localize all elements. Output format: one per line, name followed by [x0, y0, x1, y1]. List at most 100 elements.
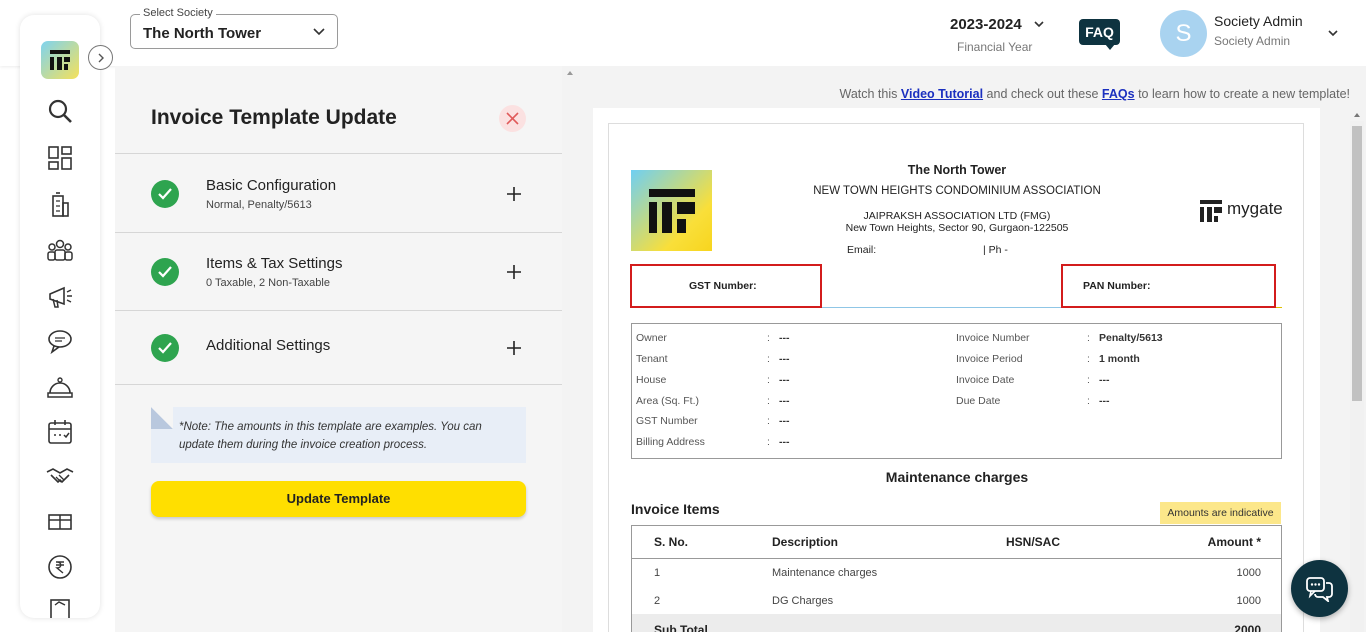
tutorial-middle: and check out these [986, 87, 1099, 101]
plus-icon[interactable] [507, 187, 521, 201]
faqs-link[interactable]: FAQs [1102, 87, 1135, 101]
preview-scrollbar[interactable] [1350, 113, 1364, 632]
row-description: DG Charges [772, 595, 834, 607]
chat-icon[interactable] [46, 327, 74, 355]
search-icon[interactable] [46, 97, 74, 125]
invoice-info-box: Owner: --- Tenant: --- House: --- Area (Sq.… [631, 323, 1282, 459]
financial-year-value: 2023-2024 [950, 16, 1022, 33]
expand-sidebar-button[interactable] [88, 45, 113, 70]
chat-bubbles-icon [1306, 577, 1333, 602]
amenities-icon[interactable] [46, 507, 74, 535]
invoice-sheet: The North Tower NEW TOWN HEIGHTS CONDOMI… [593, 108, 1320, 632]
info-value: --- [1099, 395, 1110, 407]
info-key: House [636, 374, 667, 386]
invoice-association: NEW TOWN HEIGHTS CONDOMINIUM ASSOCIATION [813, 185, 1101, 197]
info-value: --- [779, 374, 790, 386]
tutorial-prefix: Watch this [839, 87, 898, 101]
subtotal-label: Sub Total [654, 623, 708, 632]
gst-number-highlight: GST Number: [630, 264, 822, 308]
mygate-logo-icon[interactable] [41, 41, 79, 79]
close-icon [506, 112, 519, 125]
close-button[interactable] [499, 105, 526, 132]
row-amount: 1000 [1236, 595, 1261, 607]
info-value: --- [1099, 374, 1110, 386]
info-value: --- [779, 436, 790, 448]
indicative-badge: Amounts are indicative [1160, 502, 1281, 524]
announcement-icon[interactable] [46, 282, 74, 310]
section-items-tax-settings[interactable]: Items & Tax Settings 0 Taxable, 2 Non-Ta… [115, 232, 562, 310]
info-key: Area (Sq. Ft.) [636, 395, 700, 407]
row-description: Maintenance charges [772, 567, 878, 579]
panel-title: Invoice Template Update [151, 106, 397, 129]
plus-icon[interactable] [507, 265, 521, 279]
col-description: Description [772, 535, 839, 549]
helpdesk-icon[interactable] [46, 373, 74, 401]
invoice-society-name: The North Tower [907, 163, 1007, 177]
dashboard-icon[interactable] [46, 144, 74, 172]
invoice-email-label: Email: [847, 244, 877, 256]
info-value: --- [779, 353, 790, 365]
tutorial-suffix: to learn how to create a new template! [1138, 87, 1350, 101]
video-tutorial-link[interactable]: Video Tutorial [901, 87, 983, 101]
row-amount: 1000 [1236, 567, 1261, 579]
plus-icon[interactable] [507, 341, 521, 355]
section-title: Items & Tax Settings [206, 255, 343, 272]
check-circle-icon [151, 334, 179, 362]
financial-year-label: Financial Year [957, 40, 1033, 54]
info-key: Tenant [636, 353, 668, 365]
info-key: Invoice Number [956, 332, 1030, 344]
faq-button[interactable]: FAQ [1079, 19, 1120, 50]
col-hsn: HSN/SAC [1006, 535, 1061, 549]
chevron-right-icon [98, 53, 104, 63]
chat-support-button[interactable] [1291, 560, 1348, 617]
gst-number-label: GST Number: [689, 280, 757, 292]
template-update-panel: Invoice Template Update Basic Configurat… [115, 66, 562, 632]
subtotal-row: Sub Total 2000 [632, 614, 1281, 632]
invoice-items-table: S. No. Description HSN/SAC Amount * 1 Ma… [631, 525, 1282, 632]
avatar[interactable]: S [1160, 10, 1207, 57]
residents-icon[interactable] [46, 236, 74, 264]
document-icon[interactable] [46, 598, 74, 618]
table-header: S. No. Description HSN/SAC Amount * [632, 526, 1281, 559]
rupee-icon[interactable] [46, 553, 74, 581]
scrollbar-thumb[interactable] [1352, 126, 1362, 401]
calendar-icon[interactable] [46, 418, 74, 446]
mygate-logo-icon [1200, 200, 1222, 222]
info-value: --- [779, 332, 790, 344]
sidebar-rail [20, 15, 100, 618]
maintenance-title: Maintenance charges [885, 469, 1029, 485]
scroll-up-icon[interactable] [567, 71, 573, 75]
col-sno: S. No. [654, 535, 689, 549]
divider-line [822, 307, 1061, 308]
society-select-value: The North Tower [143, 25, 262, 42]
section-basic-configuration[interactable]: Basic Configuration Normal, Penalty/5613 [115, 153, 562, 232]
info-key: Invoice Period [956, 353, 1023, 365]
user-menu-chevron-icon[interactable] [1326, 26, 1340, 40]
info-key: GST Number [636, 415, 698, 427]
section-additional-settings[interactable]: Additional Settings [115, 310, 562, 385]
invoice-address-line2: New Town Heights, Sector 90, Gurgaon-122… [845, 222, 1069, 234]
note-fold-corner [151, 407, 173, 429]
mygate-brand-text: mygate [1227, 199, 1283, 218]
info-value: 1 month [1099, 353, 1140, 365]
info-value: --- [779, 395, 790, 407]
info-key: Billing Address [636, 436, 705, 448]
row-sno: 1 [654, 567, 661, 579]
chevron-down-icon [313, 28, 325, 36]
section-title: Basic Configuration [206, 177, 337, 194]
chevron-down-icon [1034, 21, 1044, 28]
note-text: *Note: The amounts in this template are … [179, 421, 482, 451]
divider-line-accent [1276, 307, 1282, 308]
col-amount: Amount * [1207, 535, 1261, 549]
handshake-icon[interactable] [46, 462, 74, 490]
section-subtitle: Normal, Penalty/5613 [206, 199, 312, 211]
update-template-button[interactable]: Update Template [151, 481, 526, 517]
row-sno: 2 [654, 595, 661, 607]
building-icon[interactable] [46, 191, 74, 219]
check-circle-icon [151, 180, 179, 208]
financial-year-selector[interactable]: 2023-2024 Financial Year [950, 16, 1044, 54]
society-select[interactable]: Select Society The North Tower [130, 7, 338, 49]
info-key: Invoice Date [956, 374, 1015, 386]
top-bar: Select Society The North Tower 2023-2024… [0, 0, 1366, 66]
scroll-up-icon[interactable] [1354, 113, 1360, 117]
